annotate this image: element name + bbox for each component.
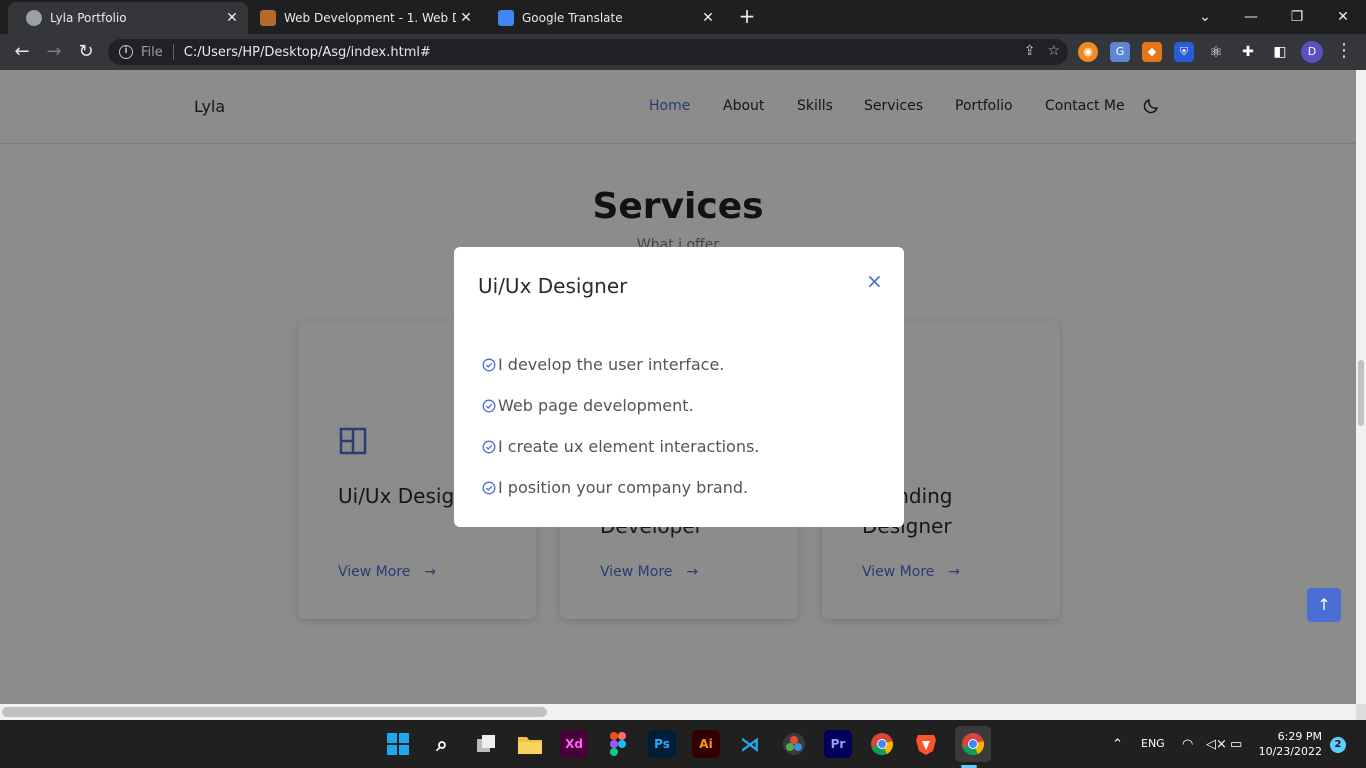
check-circle-icon bbox=[482, 399, 496, 413]
url-text[interactable]: C:/Users/HP/Desktop/Asg/index.html# bbox=[184, 45, 431, 60]
task-view-glyph bbox=[477, 735, 495, 752]
tab-web-development[interactable]: Web Development - 1. Web Desi ✕ bbox=[250, 2, 482, 34]
service-modal: Ui/Ux Designer × I develop the user inte… bbox=[454, 247, 904, 527]
list-item: Web page development. bbox=[482, 396, 759, 437]
list-item: I create ux element interactions. bbox=[482, 437, 759, 478]
page-viewport: Lyla Home About Skills Services Portfoli… bbox=[0, 70, 1356, 704]
start-button[interactable] bbox=[384, 730, 412, 758]
address-bar[interactable]: i File C:/Users/HP/Desktop/Asg/index.htm… bbox=[108, 39, 1068, 65]
tab-lyla-portfolio[interactable]: Lyla Portfolio ✕ bbox=[8, 2, 248, 34]
notification-badge[interactable]: 2 bbox=[1330, 737, 1346, 753]
modal-title: Ui/Ux Designer bbox=[478, 274, 628, 298]
horizontal-scrollbar[interactable] bbox=[0, 704, 1356, 720]
adobe-xd-icon[interactable]: Xd bbox=[560, 730, 588, 758]
list-item: I develop the user interface. bbox=[482, 355, 759, 396]
windows-taskbar: ⌕ Xd Ps Ai ⋊ Pr ⌃ ENG ◠ ◁× ▭ 6:29 PM 10/… bbox=[0, 720, 1366, 768]
modal-item-text: I position your company brand. bbox=[498, 478, 749, 497]
back-button[interactable]: ← bbox=[10, 41, 34, 63]
tray-overflow-chevron-icon[interactable]: ⌃ bbox=[1112, 737, 1123, 752]
side-panel-icon[interactable]: ◧ bbox=[1270, 42, 1290, 62]
search-icon[interactable]: ⌕ bbox=[428, 730, 456, 758]
scrollbar-corner bbox=[1356, 704, 1366, 720]
translate-extension-icon[interactable]: G bbox=[1110, 42, 1130, 62]
browser-tab-strip: Lyla Portfolio ✕ Web Development - 1. We… bbox=[0, 0, 1366, 34]
horizontal-scroll-thumb[interactable] bbox=[2, 707, 547, 717]
chrome-glyph bbox=[871, 733, 893, 756]
check-circle-icon bbox=[482, 358, 496, 372]
share-icon[interactable]: ⇪ bbox=[1024, 43, 1036, 59]
tab-google-translate[interactable]: Google Translate ✕ bbox=[488, 2, 724, 34]
google-translate-icon bbox=[498, 10, 514, 26]
brave-glyph bbox=[916, 735, 936, 755]
vscode-icon[interactable]: ⋊ bbox=[736, 730, 764, 758]
restore-button[interactable]: ❐ bbox=[1274, 0, 1320, 34]
input-language-indicator[interactable]: ENG bbox=[1141, 737, 1165, 750]
close-tab-icon[interactable]: ✕ bbox=[456, 10, 476, 26]
chrome-glyph bbox=[962, 733, 984, 756]
metamask-extension-icon[interactable]: ◆ bbox=[1142, 42, 1162, 62]
modal-service-list: I develop the user interface. Web page d… bbox=[482, 355, 759, 519]
close-tab-icon[interactable]: ✕ bbox=[222, 10, 242, 26]
battery-icon[interactable]: ▭ bbox=[1230, 737, 1242, 752]
bookmark-star-icon[interactable]: ☆ bbox=[1047, 43, 1060, 59]
react-devtools-icon[interactable]: ⚛ bbox=[1206, 42, 1226, 62]
photoshop-icon[interactable]: Ps bbox=[648, 730, 676, 758]
tab-title: Google Translate bbox=[522, 11, 623, 25]
clock[interactable]: 6:29 PM 10/23/2022 bbox=[1258, 729, 1322, 759]
file-explorer-icon[interactable] bbox=[516, 730, 544, 758]
clock-date: 10/23/2022 bbox=[1258, 745, 1322, 758]
reload-button[interactable]: ↻ bbox=[74, 41, 98, 63]
tab-title: Web Development - 1. Web Desi bbox=[284, 11, 456, 25]
modal-item-text: I develop the user interface. bbox=[498, 355, 725, 374]
illustrator-icon[interactable]: Ai bbox=[692, 730, 720, 758]
browser-toolbar: ← → ↻ i File C:/Users/HP/Desktop/Asg/ind… bbox=[0, 34, 1366, 70]
scroll-to-top-button[interactable]: ↑ bbox=[1307, 588, 1341, 622]
omnibox-separator bbox=[172, 44, 174, 60]
task-view-icon[interactable] bbox=[472, 730, 500, 758]
davinci-resolve-icon[interactable] bbox=[780, 730, 808, 758]
browser-menu-icon[interactable]: ⋮ bbox=[1334, 40, 1354, 62]
vertical-scrollbar[interactable] bbox=[1356, 70, 1366, 704]
minimize-button[interactable]: — bbox=[1228, 0, 1274, 34]
new-tab-button[interactable]: + bbox=[737, 6, 757, 26]
tab-search-icon[interactable]: ⌄ bbox=[1182, 0, 1228, 34]
clock-time: 6:29 PM bbox=[1277, 730, 1322, 743]
globe-icon bbox=[26, 10, 42, 26]
shield-extension-icon[interactable]: ⛨ bbox=[1174, 42, 1194, 62]
rss-extension-icon[interactable]: ◉ bbox=[1078, 42, 1098, 62]
brave-icon[interactable] bbox=[912, 730, 940, 758]
wifi-icon[interactable]: ◠ bbox=[1182, 737, 1193, 752]
close-tab-icon[interactable]: ✕ bbox=[698, 10, 718, 26]
chrome-active-icon[interactable] bbox=[955, 726, 991, 762]
modal-item-text: Web page development. bbox=[498, 396, 694, 415]
forward-button[interactable]: → bbox=[42, 41, 66, 63]
tab-title: Lyla Portfolio bbox=[50, 11, 127, 25]
check-circle-icon bbox=[482, 440, 496, 454]
figma-glyph bbox=[610, 732, 626, 756]
site-favicon-icon bbox=[260, 10, 276, 26]
modal-close-icon[interactable]: × bbox=[866, 271, 883, 291]
check-circle-icon bbox=[482, 481, 496, 495]
figma-icon[interactable] bbox=[604, 730, 632, 758]
chrome-icon[interactable] bbox=[868, 730, 896, 758]
scheme-label: File bbox=[141, 44, 163, 60]
vertical-scroll-thumb[interactable] bbox=[1358, 360, 1364, 426]
premiere-icon[interactable]: Pr bbox=[824, 730, 852, 758]
info-icon[interactable]: i bbox=[119, 45, 133, 59]
close-window-button[interactable]: ✕ bbox=[1320, 0, 1366, 34]
folder-glyph bbox=[518, 737, 542, 754]
volume-muted-icon[interactable]: ◁× bbox=[1206, 737, 1227, 752]
modal-item-text: I create ux element interactions. bbox=[498, 437, 760, 456]
profile-avatar[interactable]: D bbox=[1301, 41, 1323, 63]
list-item: I position your company brand. bbox=[482, 478, 759, 519]
extensions-puzzle-icon[interactable]: ✚ bbox=[1238, 42, 1258, 62]
windows-logo-icon bbox=[387, 733, 409, 755]
davinci-glyph bbox=[783, 733, 805, 755]
